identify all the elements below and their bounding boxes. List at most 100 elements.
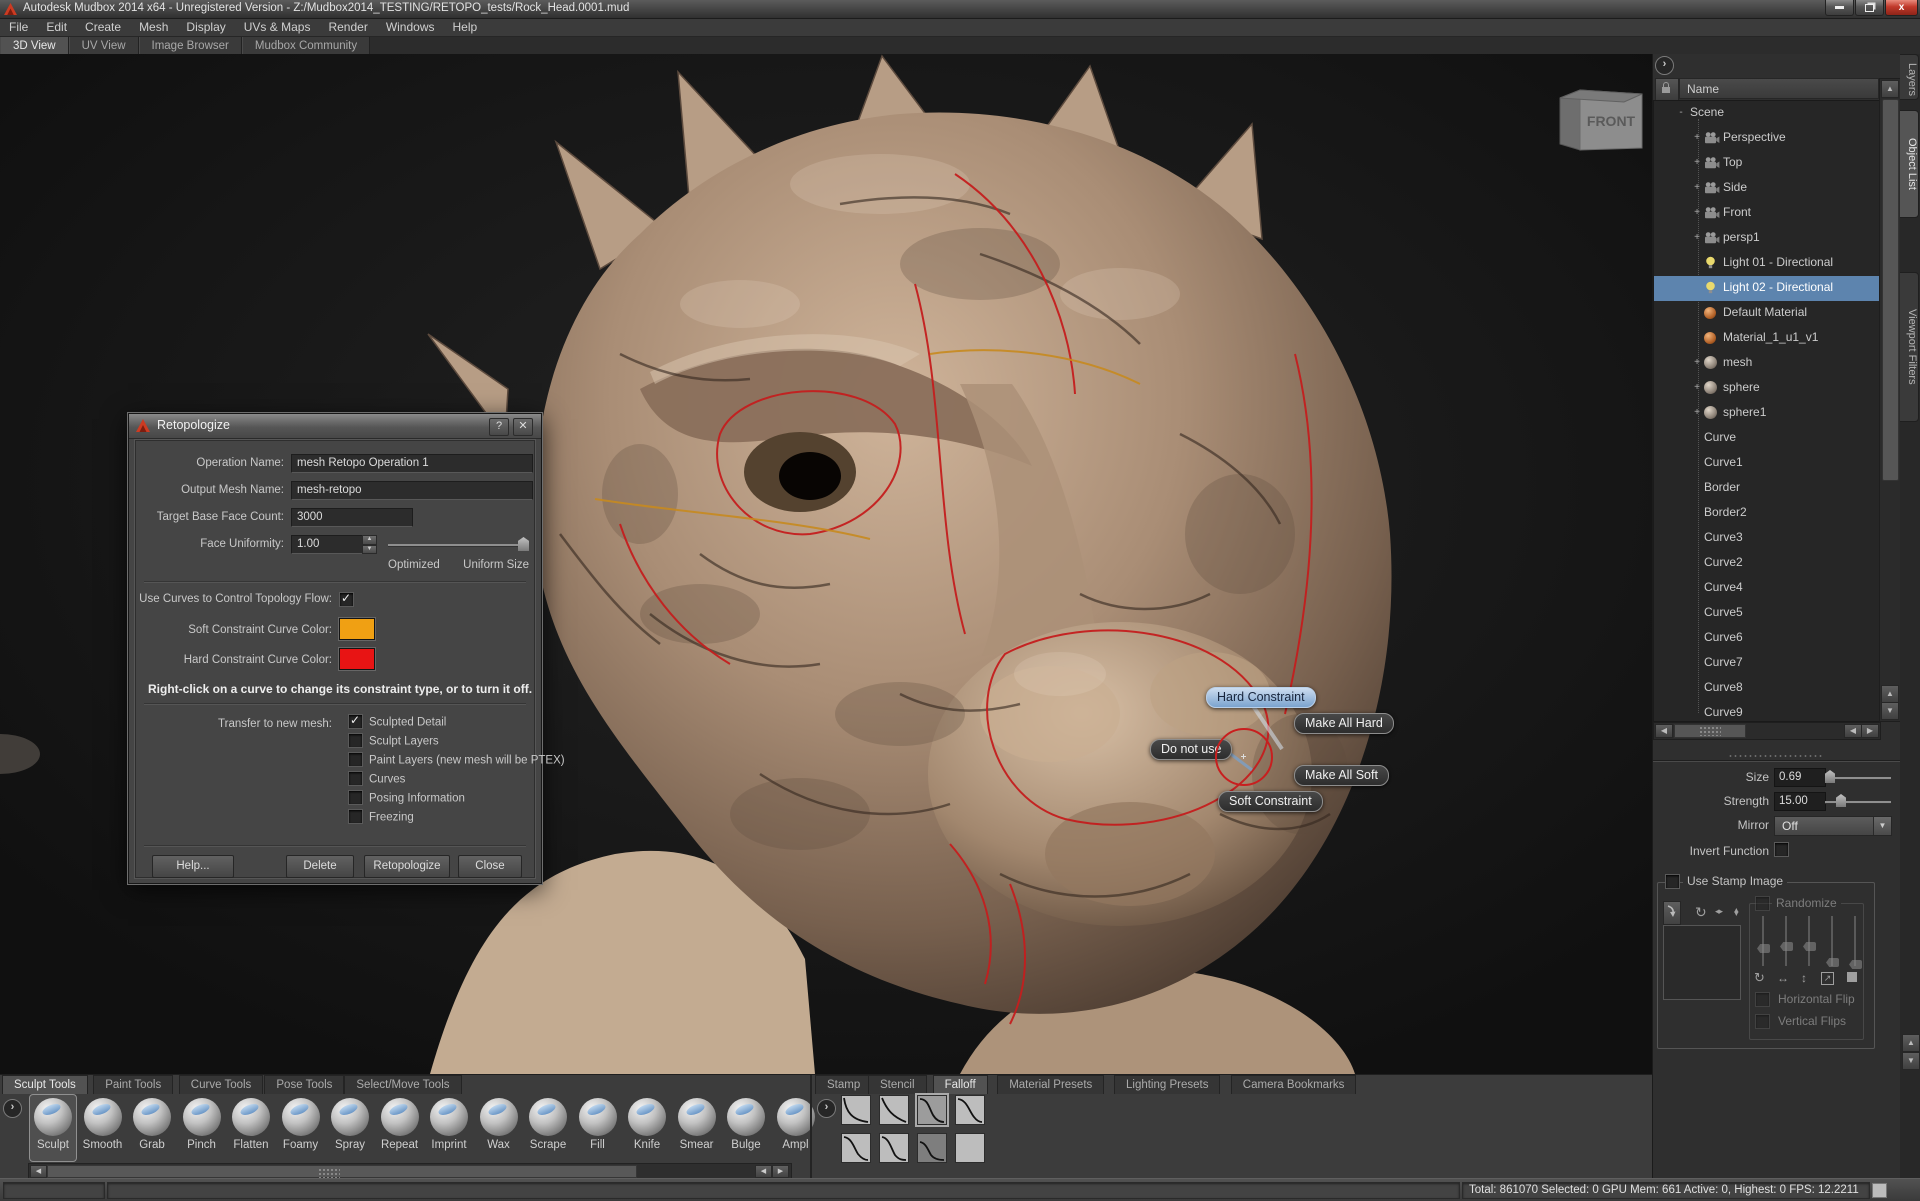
tool-imprint[interactable]: Imprint [426,1095,472,1161]
tool-scrape[interactable]: Scrape [525,1095,571,1161]
face-uniformity-slider-thumb[interactable] [518,537,529,551]
scene-tree[interactable]: -Scene+Perspective+Top+Side+Front+persp1… [1653,100,1881,722]
tree-expander-icon[interactable]: + [1692,157,1702,168]
tree-expander-icon[interactable]: + [1692,132,1702,143]
scroll-left-button-2[interactable]: ◀ [1844,724,1862,738]
falloff-preset-s2[interactable] [955,1095,985,1125]
restore-button[interactable] [1855,0,1884,16]
horizontal-flip-checkbox[interactable] [1755,992,1770,1007]
tree-item-curve7[interactable]: Curve7 [1654,651,1880,676]
tree-item-scene[interactable]: -Scene [1654,101,1880,126]
tree-item-light-01-directional[interactable]: Light 01 - Directional [1654,251,1880,276]
panel-scroll-up-button[interactable]: ▲ [1902,1034,1920,1052]
tool-tray-scrollbar[interactable]: ◀ ◀ ▶ [28,1163,792,1179]
tree-item-border[interactable]: Border [1654,476,1880,501]
menu-create[interactable]: Create [76,19,130,36]
tool-tab-paint-tools[interactable]: Paint Tools [93,1075,173,1094]
tree-item-curve4[interactable]: Curve4 [1654,576,1880,601]
tool-tab-pose-tools[interactable]: Pose Tools [264,1075,344,1094]
tool-wax[interactable]: Wax [476,1095,522,1161]
scrollbar-thumb[interactable] [1674,724,1746,738]
panel-scroll-down-button[interactable]: ▼ [1902,1052,1920,1070]
size-input[interactable]: 0.69 [1774,768,1826,787]
scrollbar-thumb[interactable] [47,1165,637,1178]
tree-item-curve9[interactable]: Curve9 [1654,701,1880,722]
scroll-left-button-2[interactable]: ◀ [755,1165,772,1178]
size-slider-thumb[interactable] [1825,770,1835,783]
strength-input[interactable]: 15.00 [1774,792,1826,811]
tree-item-sphere1[interactable]: +sphere1 [1654,401,1880,426]
retopologize-button[interactable]: Retopologize [364,855,450,878]
face-uniformity-spinner[interactable]: ▲▼ [362,535,377,554]
randomize-slider[interactable] [1808,916,1810,966]
checkbox[interactable] [348,809,363,824]
arrow-horizontal-icon[interactable]: ↔ [1777,971,1789,985]
falloff-preset-s4[interactable] [879,1133,909,1163]
tree-item-perspective[interactable]: +Perspective [1654,126,1880,151]
scroll-right-button[interactable]: ▶ [1861,724,1879,738]
marking-menu-item-make-all-hard[interactable]: Make All Hard [1294,713,1394,734]
close-button[interactable]: x [1885,0,1918,16]
menu-mesh[interactable]: Mesh [130,19,177,36]
tab-mudbox-community[interactable]: Mudbox Community [242,37,370,55]
checkbox[interactable] [348,771,363,786]
strength-slider[interactable] [1825,801,1891,804]
marking-menu-item-soft-constraint[interactable]: Soft Constraint [1218,791,1323,812]
checkbox[interactable] [348,790,363,805]
tab-image-browser[interactable]: Image Browser [139,37,242,55]
tool-foamy[interactable]: Foamy [278,1095,324,1161]
tool-tab-curve-tools[interactable]: Curve Tools [179,1075,264,1094]
tree-item-curve6[interactable]: Curve6 [1654,626,1880,651]
preset-tab-lighting-presets[interactable]: Lighting Presets [1114,1075,1220,1094]
tool-pinch[interactable]: Pinch [179,1095,225,1161]
menu-file[interactable]: File [0,19,37,36]
dialog-titlebar[interactable]: Retopologize ? ✕ [129,414,541,439]
randomize-slider[interactable] [1762,916,1764,966]
tool-smear[interactable]: Smear [674,1095,720,1161]
use-stamp-checkbox[interactable] [1665,874,1680,889]
tool-repeat[interactable]: Repeat [377,1095,423,1161]
scroll-up-button[interactable]: ▲ [1881,80,1899,98]
tree-item-front[interactable]: +Front [1654,201,1880,226]
preset-collapse-button[interactable]: › [817,1099,836,1118]
square-icon[interactable] [1847,972,1857,982]
scroll-left-button[interactable]: ◀ [30,1165,47,1178]
falloff-preset-s3[interactable] [841,1133,871,1163]
tree-expander-icon[interactable]: + [1692,182,1702,193]
lock-button[interactable] [1655,78,1679,101]
falloff-preset-small-s[interactable] [917,1133,947,1163]
close-button[interactable]: Close [458,855,522,878]
marking-menu-item-make-all-soft[interactable]: Make All Soft [1294,765,1389,786]
window-titlebar[interactable]: Autodesk Mudbox 2014 x64 - Unregistered … [0,0,1920,19]
checkbox[interactable] [348,733,363,748]
view-cube[interactable]: FRONT [1552,76,1648,162]
randomize-slider[interactable] [1854,916,1856,966]
mirror-dropdown[interactable]: Off▼ [1774,816,1892,836]
tree-item-curve3[interactable]: Curve3 [1654,526,1880,551]
randomize-slider[interactable] [1785,916,1787,966]
tree-expander-icon[interactable]: - [1676,107,1686,118]
preset-tab-material-presets[interactable]: Material Presets [997,1075,1104,1094]
panel-collapse-button[interactable]: › [1655,56,1674,75]
side-tab-viewport-filters[interactable]: Viewport Filters [1900,272,1919,422]
tree-vertical-scrollbar[interactable]: ▲ ▲ ▼ [1879,78,1901,722]
tool-grab[interactable]: Grab [129,1095,175,1161]
tray-collapse-button[interactable]: › [3,1099,22,1118]
tree-item-mesh[interactable]: +mesh [1654,351,1880,376]
tool-bulge[interactable]: Bulge [723,1095,769,1161]
tool-spray[interactable]: Spray [327,1095,373,1161]
soft-constraint-swatch[interactable] [339,618,375,640]
menu-windows[interactable]: Windows [377,19,444,36]
menu-uvs-maps[interactable]: UVs & Maps [235,19,320,36]
face-uniformity-slider[interactable] [388,544,528,547]
side-tab-object-list[interactable]: Object List [1900,110,1919,218]
panel-splitter-grip[interactable] [1728,754,1823,758]
tab-3d-view[interactable]: 3D View [0,37,69,55]
face-uniformity-input[interactable] [291,535,363,554]
tree-expander-icon[interactable]: + [1692,232,1702,243]
menu-render[interactable]: Render [319,19,376,36]
tool-sculpt[interactable]: Sculpt [29,1094,77,1162]
randomize-checkbox[interactable] [1755,896,1770,911]
tree-item-light-02-directional[interactable]: Light 02 - Directional [1654,276,1880,301]
retopologize-dialog[interactable]: Retopologize ? ✕ Operation Name: Output … [128,413,542,884]
